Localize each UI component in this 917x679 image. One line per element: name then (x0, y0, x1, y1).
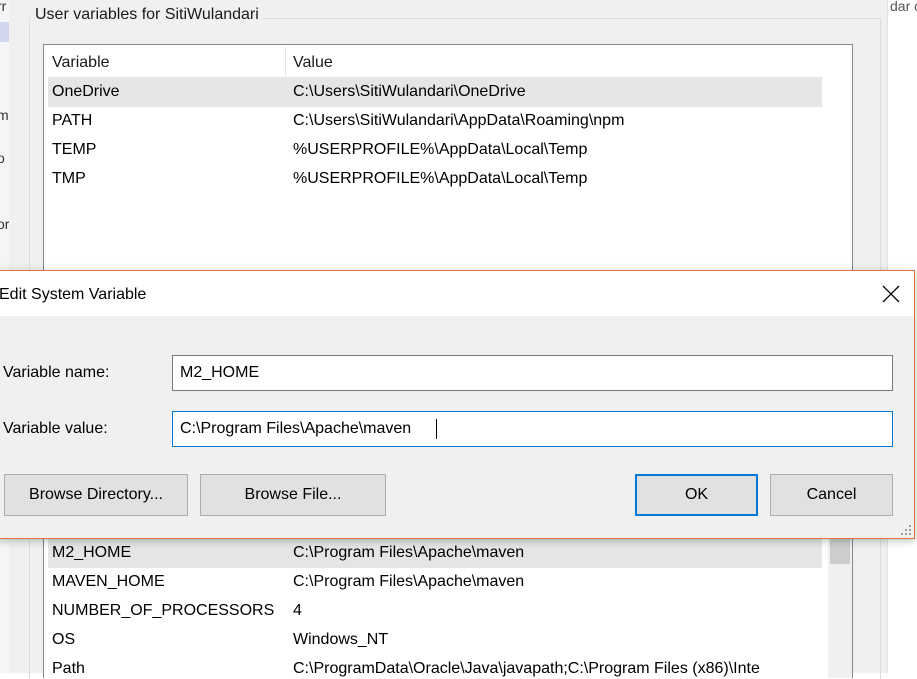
table-row[interactable]: TMP %USERPROFILE%\AppData\Local\Temp (48, 165, 822, 194)
variable-cell: M2_HOME (52, 544, 132, 561)
table-row[interactable]: Path C:\ProgramData\Oracle\Java\javapath… (48, 655, 822, 678)
browse-directory-button[interactable]: Browse Directory... (4, 474, 188, 516)
scrollbar-thumb[interactable] (830, 538, 850, 564)
column-header-value[interactable]: Value (293, 54, 333, 72)
column-divider[interactable] (285, 47, 286, 77)
close-button[interactable] (868, 271, 914, 316)
browse-file-button[interactable]: Browse File... (200, 474, 386, 516)
variable-cell: OneDrive (52, 83, 120, 100)
background-text: o (0, 150, 5, 166)
table-row[interactable]: MAVEN_HOME C:\Program Files\Apache\maven (48, 568, 822, 597)
value-cell: C:\Users\SitiWulandari\AppData\Roaming\n… (293, 112, 625, 129)
column-header-variable[interactable]: Variable (52, 54, 110, 72)
variable-value-label: Variable value: (3, 420, 108, 437)
dialog-titlebar[interactable]: Edit System Variable (0, 271, 914, 316)
variable-cell: PATH (52, 112, 93, 129)
value-cell: %USERPROFILE%\AppData\Local\Temp (293, 170, 588, 187)
edit-system-variable-dialog: Edit System Variable Variable name: Vari… (0, 270, 915, 539)
resize-grip-icon[interactable] (900, 524, 912, 536)
background-text: dar c (890, 0, 917, 14)
variable-cell: NUMBER_OF_PROCESSORS (52, 602, 275, 619)
background-text: rr (0, 0, 7, 14)
background-text: m (0, 107, 9, 123)
table-row[interactable]: PATH C:\Users\SitiWulandari\AppData\Roam… (48, 107, 822, 136)
table-row[interactable]: OS Windows_NT (48, 626, 822, 655)
value-cell: 4 (293, 602, 302, 619)
variable-name-input[interactable] (172, 355, 893, 391)
variable-cell: MAVEN_HOME (52, 573, 165, 590)
variable-value-input[interactable] (172, 411, 893, 447)
list-header: Variable Value (48, 47, 822, 78)
value-cell: C:\ProgramData\Oracle\Java\javapath;C:\P… (293, 660, 760, 677)
variable-cell: OS (52, 631, 76, 648)
user-variables-label: User variables for SitiWulandari (31, 6, 263, 24)
value-cell: Windows_NT (293, 631, 389, 648)
table-row[interactable]: TEMP %USERPROFILE%\AppData\Local\Temp (48, 136, 822, 165)
variable-name-label: Variable name: (3, 364, 110, 381)
table-row[interactable]: M2_HOME C:\Program Files\Apache\maven (48, 539, 822, 568)
table-row[interactable]: OneDrive C:\Users\SitiWulandari\OneDrive (48, 78, 822, 107)
system-variables-list[interactable]: M2_HOME C:\Program Files\Apache\maven MA… (43, 538, 853, 678)
ok-button[interactable]: OK (635, 474, 758, 516)
value-cell: C:\Program Files\Apache\maven (293, 573, 525, 590)
variable-cell: TEMP (52, 141, 97, 158)
vertical-scrollbar[interactable] (828, 538, 852, 678)
variable-cell: TMP (52, 170, 86, 187)
user-variables-list[interactable]: Variable Value OneDrive C:\Users\SitiWul… (43, 44, 853, 286)
cancel-button[interactable]: Cancel (770, 474, 893, 516)
variable-cell: Path (52, 660, 85, 677)
dialog-title: Edit System Variable (0, 286, 147, 303)
close-icon (882, 285, 900, 302)
background-selection (0, 22, 9, 42)
value-cell: C:\Users\SitiWulandari\OneDrive (293, 83, 526, 100)
table-row[interactable]: NUMBER_OF_PROCESSORS 4 (48, 597, 822, 626)
value-cell: %USERPROFILE%\AppData\Local\Temp (293, 141, 588, 158)
value-cell: C:\Program Files\Apache\maven (293, 544, 525, 561)
text-caret (436, 419, 437, 439)
